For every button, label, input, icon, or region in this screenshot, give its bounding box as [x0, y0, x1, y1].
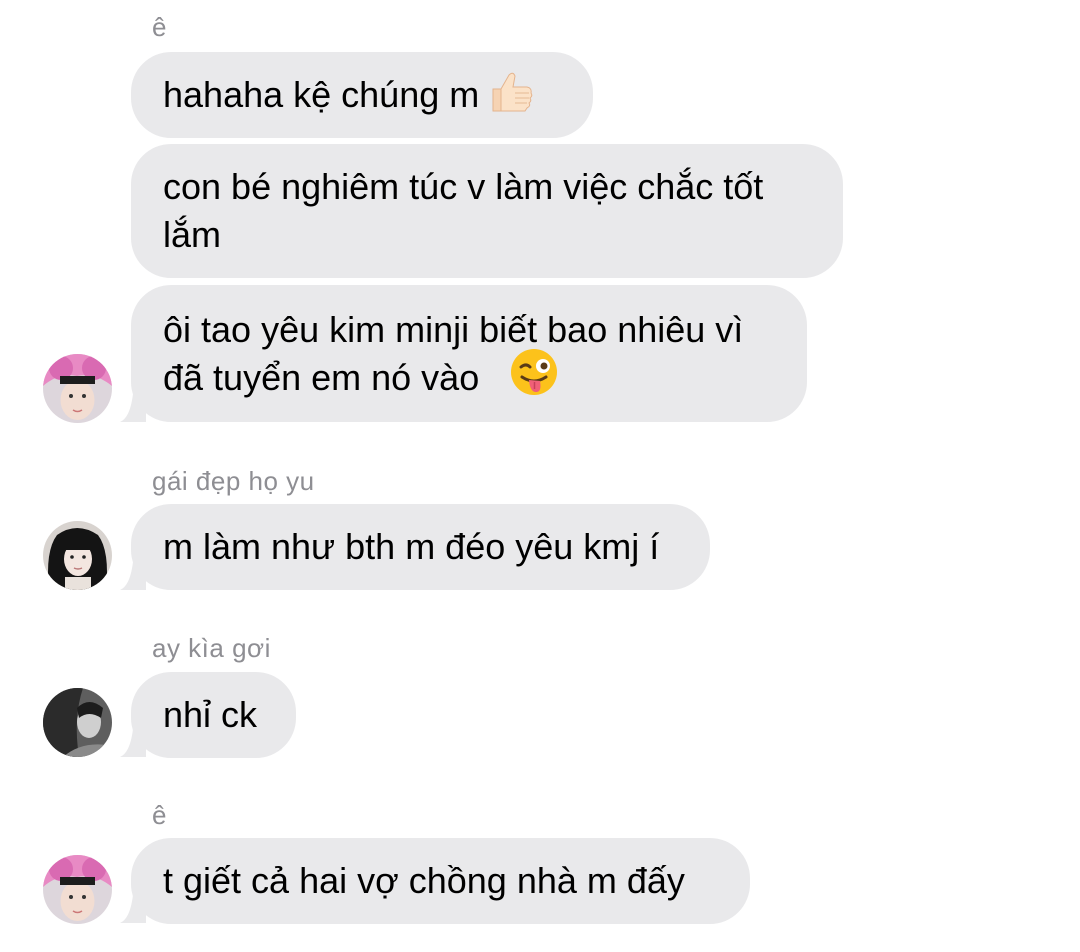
message-bubble[interactable]: con bé nghiêm túc v làm việc chắc tốt lắ…: [131, 144, 843, 278]
message-text: m làm như bth m đéo yêu kmj í: [163, 526, 660, 567]
winking-face-with-tongue-emoji: [509, 347, 559, 397]
bubble-tail: [120, 562, 146, 590]
message-bubble[interactable]: m làm như bth m đéo yêu kmj í: [131, 504, 710, 590]
avatar[interactable]: [43, 354, 112, 423]
sender-name: ê: [152, 800, 167, 830]
message-text: hahaha kệ chúng m: [163, 74, 480, 115]
bubble-tail: [120, 394, 146, 422]
bubble-tail: [120, 895, 146, 923]
sender-name: gái đẹp họ yu: [152, 466, 315, 496]
message-text: nhỉ ck: [163, 694, 258, 735]
message-bubble[interactable]: hahaha kệ chúng m: [131, 52, 593, 138]
avatar[interactable]: [43, 688, 112, 757]
avatar[interactable]: [43, 521, 112, 590]
bubble-tail: [120, 729, 146, 757]
message-text: con bé nghiêm túc v làm việc chắc tốt lắ…: [163, 166, 774, 255]
sender-name: ay kìa gơi: [152, 633, 271, 663]
message-text: ôi tao yêu kim minji biết bao nhiêu vì đ…: [163, 308, 754, 398]
message-bubble[interactable]: nhỉ ck: [131, 672, 296, 758]
sender-name: ê: [152, 12, 167, 42]
message-bubble[interactable]: ôi tao yêu kim minji biết bao nhiêu vì đ…: [131, 285, 807, 422]
message-text: t giết cả hai vợ chồng nhà m đấy: [163, 860, 685, 901]
message-bubble[interactable]: t giết cả hai vợ chồng nhà m đấy: [131, 838, 750, 924]
thumbs-up-emoji: [485, 67, 535, 117]
avatar[interactable]: [43, 855, 112, 924]
